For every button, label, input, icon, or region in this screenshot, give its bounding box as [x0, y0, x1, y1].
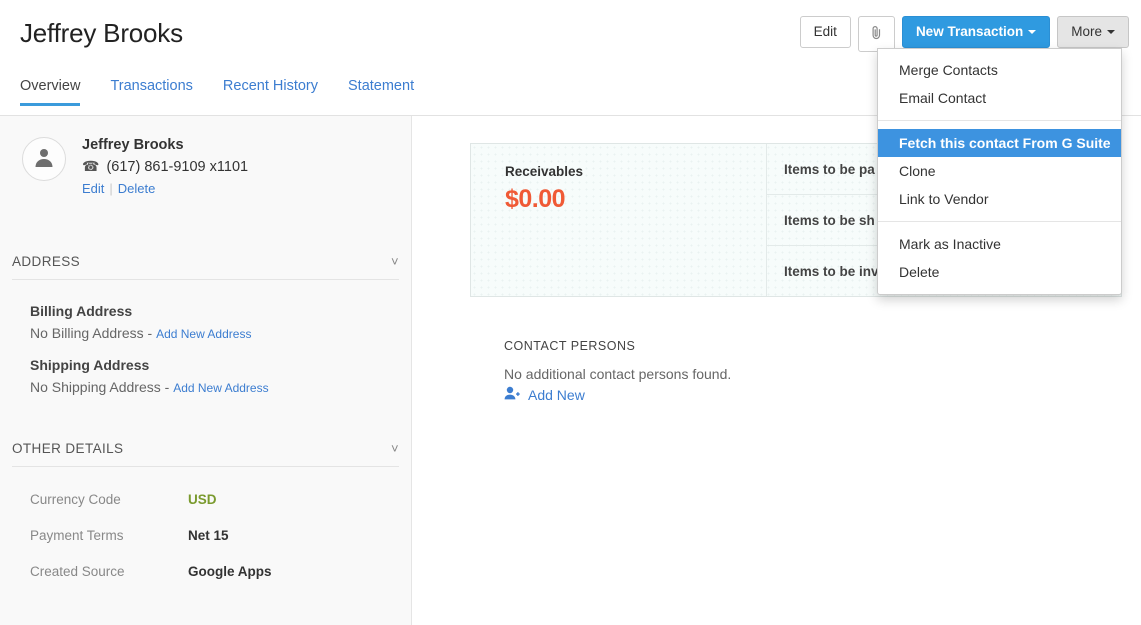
other-details-section-title: OTHER DETAILS [12, 441, 123, 456]
billing-address-text: No Billing Address - [30, 325, 152, 341]
menu-item-mark-as-inactive[interactable]: Mark as Inactive [878, 230, 1121, 258]
contact-persons-empty-text: No additional contact persons found. [504, 366, 731, 382]
currency-code-value: USD [188, 492, 217, 507]
menu-item-email-contact[interactable]: Email Contact [878, 84, 1121, 112]
contact-summary: Jeffrey Brooks ☎ (617) 861-9109 x1101 Ed… [22, 137, 248, 196]
link-separator: | [109, 181, 112, 196]
page-title: Jeffrey Brooks [20, 18, 183, 49]
menu-item-merge-contacts[interactable]: Merge Contacts [878, 56, 1121, 84]
add-new-label: Add New [528, 387, 585, 403]
more-dropdown-menu: Merge Contacts Email Contact Fetch this … [877, 48, 1122, 295]
created-source-label: Created Source [30, 564, 125, 579]
attachment-button[interactable] [858, 16, 895, 52]
menu-item-fetch-from-g-suite[interactable]: Fetch this contact From G Suite [878, 129, 1121, 157]
receivables-amount: $0.00 [505, 185, 766, 214]
contact-phone: ☎ (617) 861-9109 x1101 [82, 158, 248, 175]
payment-terms-value: Net 15 [188, 528, 229, 543]
more-button[interactable]: More [1057, 16, 1129, 48]
menu-item-link-to-vendor[interactable]: Link to Vendor [878, 185, 1121, 213]
tab-transactions[interactable]: Transactions [110, 78, 192, 106]
chevron-down-icon[interactable]: ˅ [391, 441, 399, 456]
payment-terms-label: Payment Terms [30, 528, 124, 543]
more-label: More [1071, 24, 1102, 39]
contact-delete-link[interactable]: Delete [118, 181, 156, 196]
avatar [22, 137, 66, 181]
created-source-value: Google Apps [188, 564, 272, 579]
tab-recent-history[interactable]: Recent History [223, 78, 318, 106]
contact-sidebar: Jeffrey Brooks ☎ (617) 861-9109 x1101 Ed… [0, 116, 412, 625]
chevron-down-icon [1107, 30, 1115, 34]
billing-add-new-address-link[interactable]: Add New Address [156, 327, 251, 341]
person-add-icon [504, 386, 520, 403]
action-toolbar: Edit New Transaction More [800, 16, 1129, 52]
billing-address-label: Billing Address [30, 303, 132, 319]
menu-item-delete[interactable]: Delete [878, 258, 1121, 286]
shipping-address-value: No Shipping Address - Add New Address [30, 379, 269, 395]
receivables-label: Receivables [505, 164, 766, 179]
telephone-icon: ☎ [82, 158, 99, 175]
address-section-header[interactable]: ADDRESS ˅ [12, 254, 399, 280]
shipping-address-text: No Shipping Address - [30, 379, 169, 395]
contact-detail-page: Jeffrey Brooks Edit New Transaction More… [0, 0, 1141, 625]
contact-edit-link[interactable]: Edit [82, 181, 104, 196]
billing-address-value: No Billing Address - Add New Address [30, 325, 251, 341]
tab-statement[interactable]: Statement [348, 78, 414, 106]
contact-persons-title: CONTACT PERSONS [504, 339, 635, 353]
menu-item-clone[interactable]: Clone [878, 157, 1121, 185]
contact-actions: Edit | Delete [82, 181, 248, 196]
other-details-section-header[interactable]: OTHER DETAILS ˅ [12, 441, 399, 467]
receivables-panel: Receivables $0.00 [471, 144, 767, 296]
add-new-contact-person-button[interactable]: Add New [504, 386, 585, 403]
chevron-down-icon [1028, 30, 1036, 34]
contact-name: Jeffrey Brooks [82, 137, 248, 153]
edit-button[interactable]: Edit [800, 16, 851, 48]
shipping-add-new-address-link[interactable]: Add New Address [173, 381, 268, 395]
currency-code-label: Currency Code [30, 492, 121, 507]
tab-bar: Overview Transactions Recent History Sta… [20, 78, 414, 106]
menu-divider [878, 120, 1121, 121]
paperclip-icon [871, 27, 882, 44]
chevron-down-icon[interactable]: ˅ [391, 254, 399, 269]
person-avatar-icon [33, 146, 55, 173]
tab-overview[interactable]: Overview [20, 78, 80, 106]
menu-divider [878, 221, 1121, 222]
new-transaction-button[interactable]: New Transaction [902, 16, 1050, 48]
shipping-address-label: Shipping Address [30, 357, 149, 373]
address-section-title: ADDRESS [12, 254, 80, 269]
contact-phone-value: (617) 861-9109 x1101 [106, 159, 248, 175]
new-transaction-label: New Transaction [916, 24, 1023, 39]
